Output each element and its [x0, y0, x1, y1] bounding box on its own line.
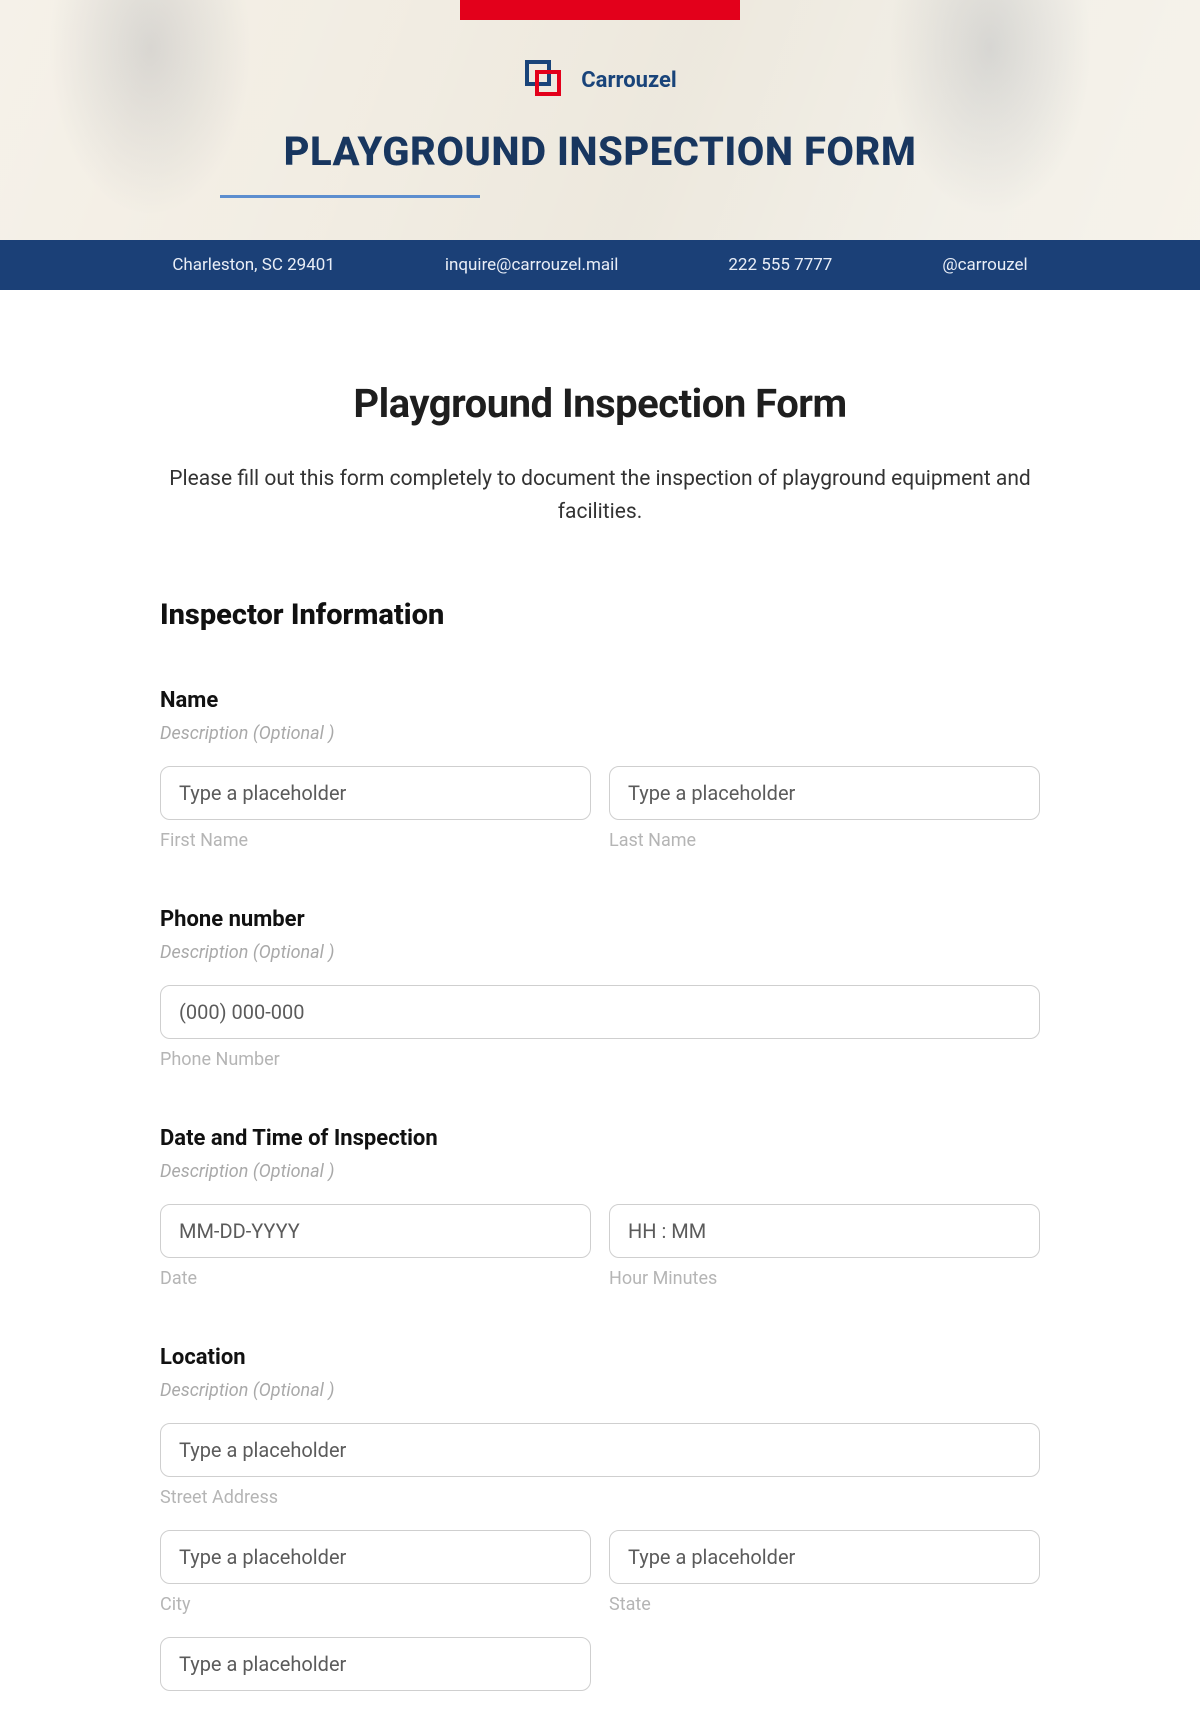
form-container: Playground Inspection Form Please fill o…	[120, 290, 1080, 1731]
location-label: Location	[160, 1345, 1040, 1370]
phone-sublabel: Phone Number	[160, 1049, 1040, 1070]
section-heading-inspector: Inspector Information	[160, 598, 1040, 632]
city-input[interactable]	[160, 1530, 591, 1584]
form-title: Playground Inspection Form	[160, 380, 1040, 427]
brand-name: Carrouzel	[581, 68, 676, 93]
date-input[interactable]	[160, 1204, 591, 1258]
brand-block: Carrouzel	[0, 58, 1200, 102]
info-email: inquire@carrouzel.mail	[445, 255, 619, 275]
phone-description: Description (Optional )	[160, 942, 1040, 963]
street-sublabel: Street Address	[160, 1487, 1040, 1508]
info-bar: Charleston, SC 29401 inquire@carrouzel.m…	[0, 240, 1200, 290]
red-accent-bar	[460, 0, 740, 20]
hero-title: PLAYGROUND INSPECTION FORM	[0, 128, 1200, 175]
hero-banner: Carrouzel PLAYGROUND INSPECTION FORM	[0, 0, 1200, 240]
field-name: Name Description (Optional ) First Name …	[160, 688, 1040, 851]
info-phone: 222 555 7777	[728, 255, 832, 275]
state-input[interactable]	[609, 1530, 1040, 1584]
time-sublabel: Hour Minutes	[609, 1268, 1040, 1289]
hero-underline	[220, 195, 480, 198]
date-sublabel: Date	[160, 1268, 591, 1289]
last-name-sublabel: Last Name	[609, 830, 1040, 851]
info-social: @carrouzel	[942, 255, 1027, 275]
name-label: Name	[160, 688, 1040, 713]
phone-label: Phone number	[160, 907, 1040, 932]
info-address: Charleston, SC 29401	[172, 255, 335, 275]
time-input[interactable]	[609, 1204, 1040, 1258]
form-subtitle: Please fill out this form completely to …	[160, 463, 1040, 528]
field-datetime: Date and Time of Inspection Description …	[160, 1126, 1040, 1289]
last-name-input[interactable]	[609, 766, 1040, 820]
first-name-sublabel: First Name	[160, 830, 591, 851]
field-phone: Phone number Description (Optional ) Pho…	[160, 907, 1040, 1070]
brand-logo-icon	[523, 58, 563, 102]
name-description: Description (Optional )	[160, 723, 1040, 744]
phone-input[interactable]	[160, 985, 1040, 1039]
first-name-input[interactable]	[160, 766, 591, 820]
city-sublabel: City	[160, 1594, 591, 1615]
field-location: Location Description (Optional ) Street …	[160, 1345, 1040, 1691]
datetime-label: Date and Time of Inspection	[160, 1126, 1040, 1151]
location-description: Description (Optional )	[160, 1380, 1040, 1401]
zip-input[interactable]	[160, 1637, 591, 1691]
state-sublabel: State	[609, 1594, 1040, 1615]
datetime-description: Description (Optional )	[160, 1161, 1040, 1182]
street-input[interactable]	[160, 1423, 1040, 1477]
